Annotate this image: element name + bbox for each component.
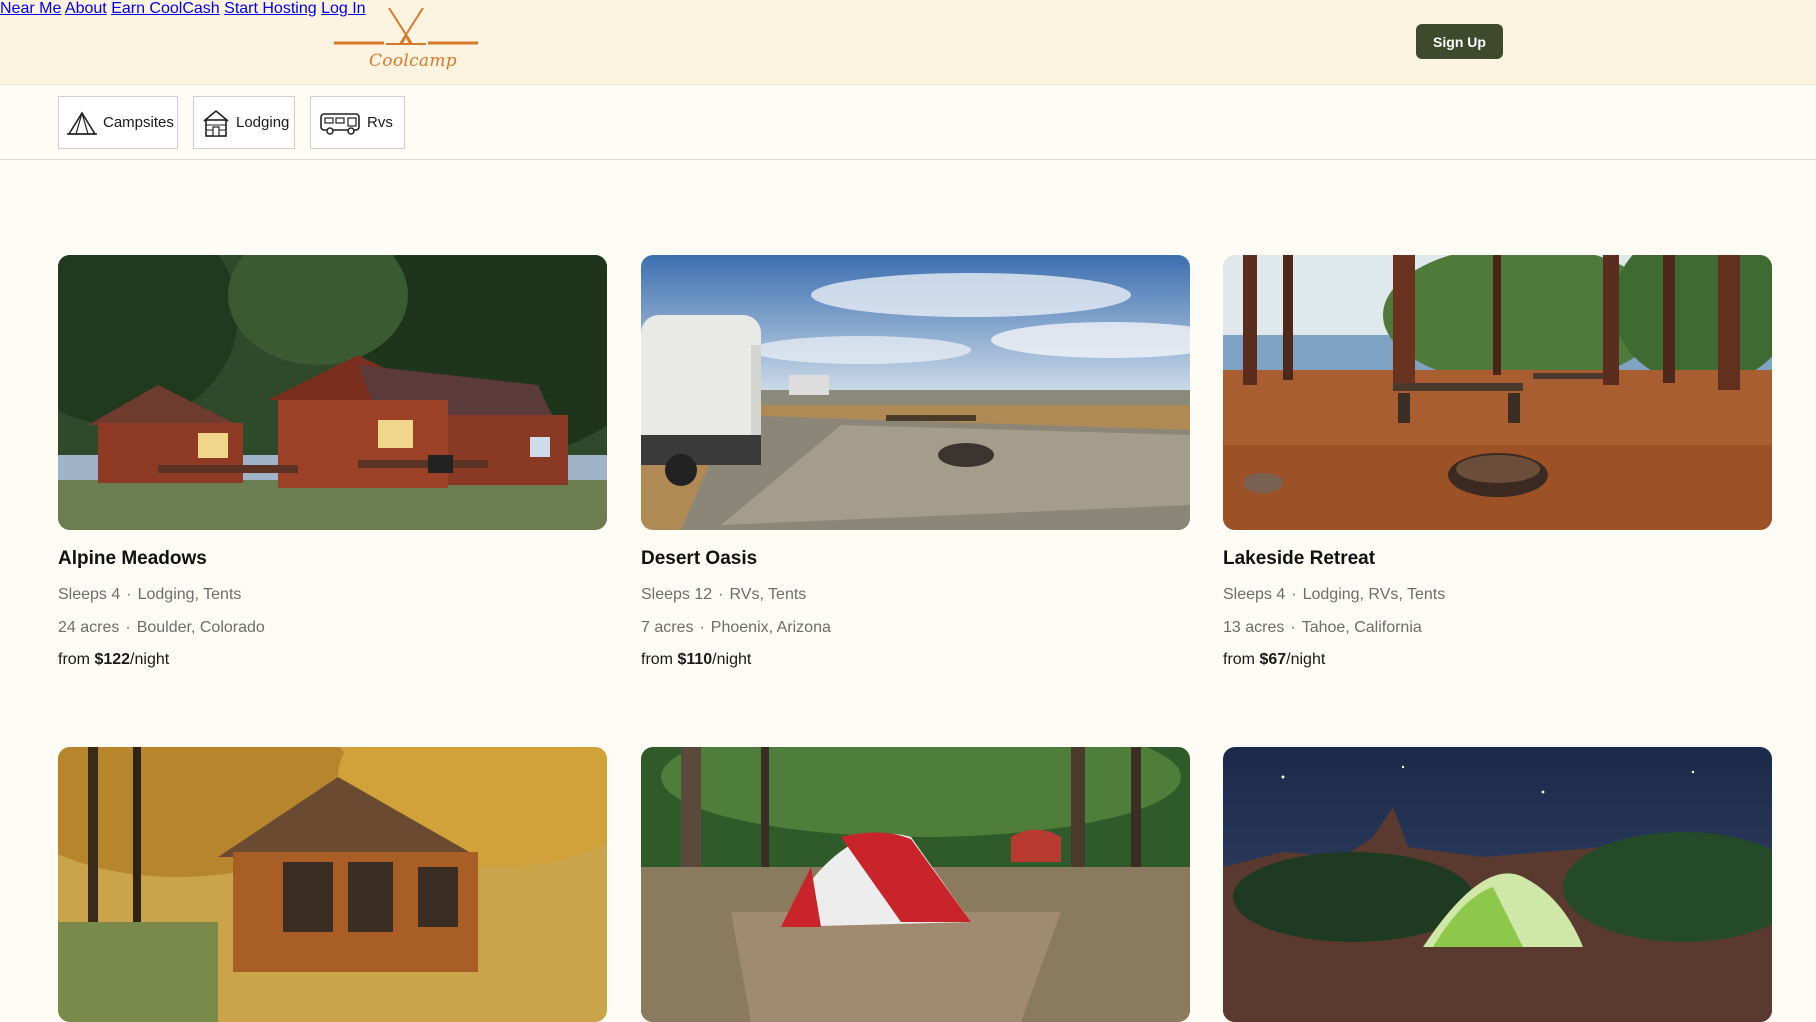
filter-lodging[interactable]: Lodging (193, 96, 295, 149)
listing-card[interactable] (641, 747, 1190, 1022)
listing-location: 24 acres · Boulder, Colorado (58, 619, 265, 636)
listing-card[interactable] (1223, 747, 1772, 1022)
cabin-icon (203, 109, 229, 137)
listing-capacity: Sleeps 4 · Lodging, Tents (58, 586, 242, 603)
logo-wordmark: Coolcamp (369, 51, 457, 71)
listing-photo[interactable] (641, 255, 1190, 530)
sign-up-button[interactable]: Sign Up (1416, 24, 1503, 59)
nav-about[interactable]: About (65, 0, 107, 17)
filter-campsites[interactable]: Campsites (58, 96, 178, 149)
listing-location: 7 acres · Phoenix, Arizona (641, 619, 831, 636)
listing-card[interactable]: Desert Oasis Sleeps 12 · RVs, Tents 7 acre… (641, 255, 1190, 669)
listing-capacity: Sleeps 4 · Lodging, RVs, Tents (1223, 586, 1446, 603)
listing-title[interactable]: Alpine Meadows (58, 548, 607, 570)
listing-price: from $67/night (1223, 651, 1326, 668)
filter-rvs-label: Rvs (367, 114, 393, 131)
tent-icon (67, 110, 97, 135)
listing-title[interactable]: Desert Oasis (641, 548, 1190, 570)
coolcamp-logo[interactable]: Coolcamp (334, 6, 478, 74)
listing-photo[interactable] (641, 747, 1190, 1022)
teepee-icon (334, 7, 478, 45)
nav-earn-coolcash[interactable]: Earn CoolCash (111, 0, 220, 17)
listing-card[interactable]: Alpine Meadows Sleeps 4 · Lodging, Tents 2… (58, 255, 607, 669)
listing-photo[interactable] (58, 255, 607, 530)
listing-card[interactable] (58, 747, 607, 1022)
filter-campsites-label: Campsites (103, 114, 174, 131)
listing-price: from $110/night (641, 651, 752, 668)
category-filter-bar: Campsites Lodging Rvs (0, 85, 1816, 160)
listing-title[interactable]: Lakeside Retreat (1223, 548, 1772, 570)
listing-location: 13 acres · Tahoe, California (1223, 619, 1422, 636)
listing-capacity: Sleeps 12 · RVs, Tents (641, 586, 807, 603)
listing-price: from $122/night (58, 651, 170, 668)
filter-rvs[interactable]: Rvs (310, 96, 405, 149)
site-header: Coolcamp Near Me About Earn CoolCash Sta… (0, 0, 1816, 85)
listing-card[interactable]: Lakeside Retreat Sleeps 4 · Lodging, RVs, … (1223, 255, 1772, 669)
listing-photo[interactable] (58, 747, 607, 1022)
listing-photo[interactable] (1223, 255, 1772, 530)
filter-lodging-label: Lodging (236, 114, 290, 131)
nav-start-hosting[interactable]: Start Hosting (224, 0, 316, 17)
nav-near-me[interactable]: Near Me (0, 0, 61, 17)
main-nav: Near Me About Earn CoolCash Start Hostin… (0, 0, 1816, 59)
rv-icon (320, 112, 360, 135)
listing-photo[interactable] (1223, 747, 1772, 1022)
